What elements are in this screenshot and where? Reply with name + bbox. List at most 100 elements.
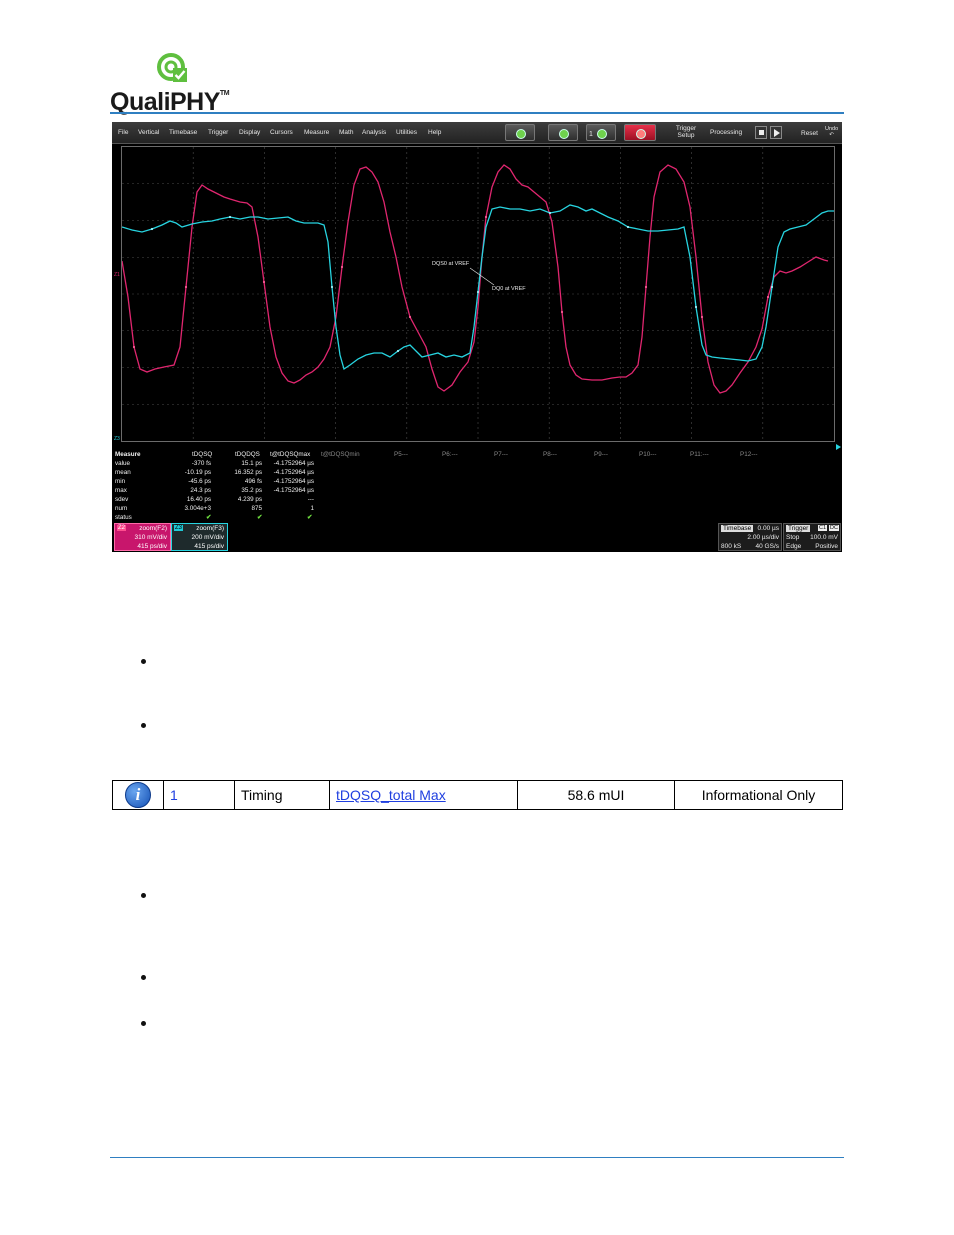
stop-button[interactable] [624,124,656,141]
measure-header-p8[interactable]: P8--- [543,451,557,458]
trigger-box[interactable]: Trigger C1 DC Stop 100.0 mV Edge Positiv… [783,523,841,551]
test-value: 58.6 mUI [567,787,625,803]
measure-row-label: max [115,487,127,494]
measure-header-p9[interactable]: P9--- [594,451,608,458]
menu-utilities[interactable]: Utilities [396,129,417,136]
auto-setup-icon [516,128,526,139]
menu-timebase[interactable]: Timebase [169,129,197,136]
measure-header-p3[interactable]: t@tDQSQmax [270,451,310,458]
measure-header-p2[interactable]: tDQDQS [235,451,260,458]
info-cell: i [112,780,164,810]
measure-row-label: value [115,460,131,467]
measure-table[interactable]: Measure tDQSQ tDQDQS t@tDQSQmax t@tDQSQm… [112,449,842,524]
timebase-sample-rate: 40 GS/s [755,543,779,550]
measure-cell: 16.352 ps [234,469,262,476]
z2-vdiv: 310 mV/div [134,534,167,541]
waveform-grid[interactable]: DQS0 at VREF DQ0 at VREF [121,146,835,442]
z3-tag: Z3 [174,525,184,531]
oscilloscope-screen: File Vertical Timebase Trigger Display C… [112,122,842,552]
menu-help[interactable]: Help [428,129,441,136]
measure-row-label: mean [115,469,131,476]
trigger-setup-button[interactable]: Trigger Setup [673,125,699,139]
menu-vertical[interactable]: Vertical [138,129,159,136]
play-button[interactable] [770,126,782,139]
table-row: i 1 Timing tDQSQ_total Max 58.6 mUI Info… [112,780,843,810]
measure-header-p7[interactable]: P7--- [494,451,508,458]
index-cell: 1 [163,780,235,810]
z3-vdiv: 200 mV/div [191,534,224,541]
measure-cell: 16.40 ps [186,496,211,503]
z2-descriptor-box[interactable]: Z2 zoom(F2) 310 mV/div 415 ps/div [114,523,171,551]
undo-button[interactable]: Undo ↶ [825,126,838,138]
measure-cell: 3.004e+3 [184,505,211,512]
measure-header-p11[interactable]: P11:--- [690,451,709,458]
menu-file[interactable]: File [118,129,128,136]
measure-cell: 24.3 ps [190,487,211,494]
trigger-type: Edge [786,543,802,550]
trigger-title: Trigger [786,525,811,532]
timebase-offset: 0.00 µs [757,525,779,532]
measure-header-label: Measure [115,451,141,458]
measure-cell: -4.1752964 µs [273,487,314,494]
auto-setup-button[interactable] [505,124,535,141]
value-cell: 58.6 mUI [517,780,675,810]
qualiphy-logo-icon [157,53,187,82]
menu-analysis[interactable]: Analysis [362,129,386,136]
annotation-leader-line [469,267,495,286]
z2-tag: Z2 [117,525,127,531]
trigger-coupling: DC [829,525,839,531]
measure-cell: 15.1 ps [241,460,262,467]
measure-cell: 875 [251,505,262,512]
timebase-box[interactable]: Timebase 0.00 µs 2.00 µs/div 800 kS 40 G… [718,523,782,551]
measure-header-p5[interactable]: P5--- [394,451,408,458]
z3-hdiv: 415 ps/div [194,543,224,550]
test-name-link[interactable]: tDQSQ_total Max [336,787,446,803]
info-icon[interactable]: i [125,782,151,808]
dq-trace [122,204,834,371]
measure-cell: 496 fs [244,478,262,485]
measure-header-p10[interactable]: P10--- [639,451,657,458]
trigger-level: 100.0 mV [810,534,838,541]
measure-cell: 35.2 ps [241,487,262,494]
measure-header-p4[interactable]: t@tDQSQmin [321,451,360,458]
measure-cell: -4.1752964 µs [273,469,314,476]
z3-marker: Z3 [114,436,120,442]
menu-measure[interactable]: Measure [304,129,329,136]
trigger-slope: Positive [815,543,838,550]
trigger-mode: Stop [786,534,800,541]
test-name-cell: tDQSQ_total Max [329,780,518,810]
qualiphy-logo: QualiPHYTM [110,52,250,116]
menu-math[interactable]: Math [339,129,353,136]
measure-header-p1[interactable]: tDQSQ [192,451,212,458]
normal-button[interactable]: 1 [586,124,616,141]
menu-trigger[interactable]: Trigger [208,129,228,136]
square-icon [759,130,764,135]
measure-cell: -4.1752964 µs [273,478,314,485]
measure-row-label: sdev [115,496,129,503]
measure-row-label: status [115,514,132,521]
measure-header-p6[interactable]: P6:--- [442,451,458,458]
z3-title: zoom(F3) [196,525,224,532]
menu-display[interactable]: Display [239,129,260,136]
z3-descriptor-box[interactable]: Z3 zoom(F3) 200 mV/div 415 ps/div [171,523,228,551]
status-check-icon: ✔ [257,514,263,521]
menu-cursors[interactable]: Cursors [270,129,293,136]
dq-sample-markers [150,211,774,353]
measure-cell: -4.1752964 µs [273,460,314,467]
single-icon [559,128,569,139]
stop-square-button[interactable] [755,126,767,139]
measure-row-label: num [115,505,128,512]
dqs-annotation: DQS0 at VREF [432,261,470,267]
single-button[interactable] [548,124,578,141]
status-check-icon: ✔ [206,514,212,521]
measure-cell: 4.239 ps [237,496,262,503]
measure-header-p12[interactable]: P12--- [740,451,758,458]
normal-icon [597,128,607,139]
waveform-plot [122,147,834,441]
header-rule [110,112,844,114]
measure-cell: 1 [310,505,314,512]
timebase-samples: 800 kS [721,543,742,550]
measure-cell: -370 fs [191,460,211,467]
z2-hdiv: 415 ps/div [137,543,167,550]
reset-button[interactable]: Reset [801,130,818,137]
